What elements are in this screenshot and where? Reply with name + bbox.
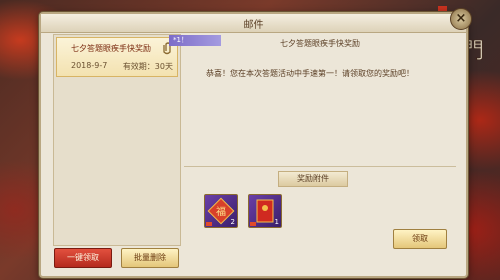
mail-item-title: 七夕答题眼疾手快奖励 — [71, 44, 151, 53]
mail-detail-body: 恭喜！您在本次答题活动中手速第一！请领取您的奖励吧！ — [206, 69, 414, 78]
batch-delete-button[interactable]: 批量删除 — [121, 248, 179, 268]
mail-detail-title: 七夕答题眼疾手快奖励 — [280, 39, 360, 48]
window-title: 邮件 — [243, 20, 264, 31]
attachment-item-2[interactable]: 1 — [248, 194, 282, 228]
claim-button[interactable]: 领取 — [393, 229, 447, 249]
close-button[interactable]: × — [450, 8, 472, 30]
close-icon: × — [455, 11, 467, 26]
divider — [184, 166, 456, 167]
item-count: 1 — [274, 218, 279, 226]
attachments-label: 奖励附件 — [278, 171, 348, 187]
mail-detail: 七夕答题眼疾手快奖励 恭喜！您在本次答题活动中手速第一！请领取您的奖励吧！ 奖励… — [184, 34, 456, 244]
mail-item-date: 2018-9-7 — [71, 61, 108, 70]
item-count: 2 — [230, 218, 235, 226]
mail-window: 邮件 × 七夕答题眼疾手快奖励 2018-9-7 有效期：30天 *1！ 七夕答… — [39, 8, 472, 278]
svg-text:福: 福 — [216, 205, 226, 218]
bound-tag — [250, 222, 256, 226]
bound-tag — [206, 222, 212, 226]
mail-list: 七夕答题眼疾手快奖励 2018-9-7 有效期：30天 — [53, 34, 181, 246]
mail-item-validity: 有效期：30天 — [122, 62, 173, 71]
claim-all-button[interactable]: 一键领取 — [54, 248, 112, 268]
attachment-item-1[interactable]: 福 2 — [204, 194, 238, 228]
title-bar: 邮件 — [41, 14, 466, 33]
mail-list-item[interactable]: 七夕答题眼疾手快奖励 2018-9-7 有效期：30天 — [56, 37, 178, 77]
